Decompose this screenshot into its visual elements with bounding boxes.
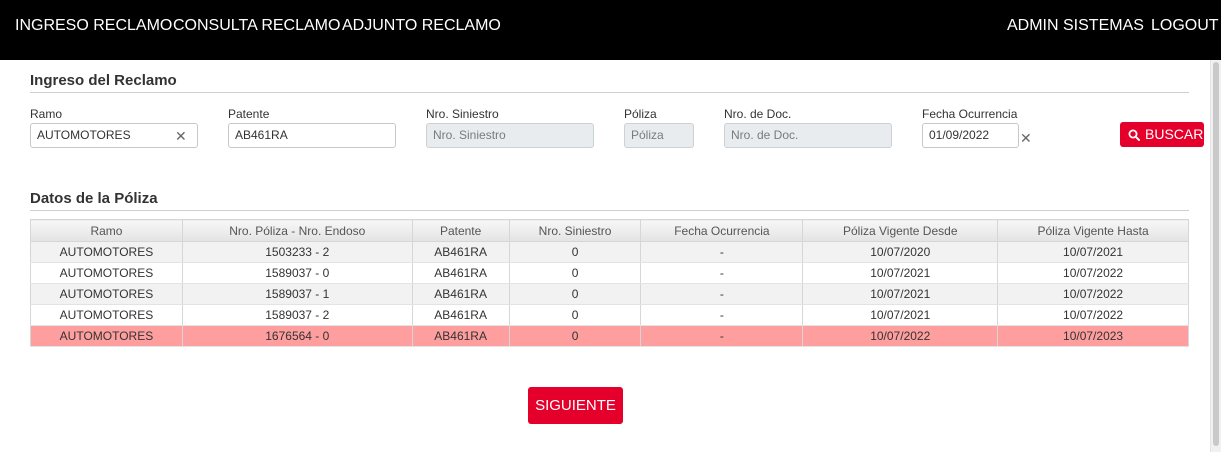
table-header-row: Ramo Nro. Póliza - Nro. Endoso Patente N…: [30, 219, 1189, 242]
col-header-fecha-ocurrencia[interactable]: Fecha Ocurrencia: [640, 219, 804, 242]
buscar-button[interactable]: BUSCAR: [1120, 122, 1204, 147]
table-row[interactable]: AUTOMOTORES 1503233 - 2 AB461RA 0 - 10/0…: [30, 241, 1189, 263]
cell-vigente-desde: 10/07/2022: [802, 325, 999, 347]
fecha-clear-icon[interactable]: ✕: [1020, 131, 1032, 145]
buscar-label: BUSCAR: [1145, 126, 1204, 142]
siniestro-input: [433, 124, 587, 147]
cell-patente: AB461RA: [411, 241, 510, 263]
ramo-value: AUTOMOTORES: [37, 128, 131, 142]
cell-poliza-endoso: 1503233 - 2: [181, 241, 413, 263]
poliza-label: Póliza: [624, 107, 657, 121]
table-row[interactable]: AUTOMOTORES 1589037 - 0 AB461RA 0 - 10/0…: [30, 262, 1189, 284]
patente-label: Patente: [228, 107, 270, 121]
col-header-vigente-hasta[interactable]: Póliza Vigente Hasta: [997, 219, 1189, 242]
siniestro-label: Nro. Siniestro: [426, 107, 499, 121]
cell-ramo: AUTOMOTORES: [30, 325, 183, 347]
cell-poliza-endoso: 1589037 - 0: [181, 262, 413, 284]
fecha-field[interactable]: [922, 123, 1019, 148]
ingreso-divider: [30, 92, 1189, 93]
cell-vigente-desde: 10/07/2020: [802, 241, 999, 263]
fecha-label: Fecha Ocurrencia: [922, 107, 1018, 121]
col-header-ramo[interactable]: Ramo: [30, 219, 183, 242]
patente-field[interactable]: [228, 123, 396, 148]
cell-vigente-hasta: 10/07/2022: [997, 283, 1189, 305]
cell-ramo: AUTOMOTORES: [30, 262, 183, 284]
documento-field: [724, 123, 892, 148]
nav-ingreso-reclamo[interactable]: INGRESO RECLAMO: [15, 17, 172, 35]
cell-vigente-desde: 10/07/2021: [802, 304, 999, 326]
table-row[interactable]: AUTOMOTORES 1589037 - 1 AB461RA 0 - 10/0…: [30, 283, 1189, 305]
ramo-select[interactable]: AUTOMOTORES: [30, 123, 198, 148]
cell-siniestro: 0: [508, 325, 642, 347]
cell-vigente-desde: 10/07/2021: [802, 283, 999, 305]
nav-consulta-reclamo[interactable]: CONSULTA RECLAMO: [173, 17, 340, 35]
col-header-siniestro[interactable]: Nro. Siniestro: [508, 219, 642, 242]
ramo-label: Ramo: [30, 107, 63, 121]
cell-fecha-ocurrencia: -: [640, 283, 804, 305]
siniestro-field: [426, 123, 594, 148]
top-navbar: INGRESO RECLAMO CONSULTA RECLAMO ADJUNTO…: [0, 0, 1221, 60]
cell-patente: AB461RA: [411, 283, 510, 305]
cell-vigente-hasta: 10/07/2021: [997, 241, 1189, 263]
table-row-selected[interactable]: AUTOMOTORES 1676564 - 0 AB461RA 0 - 10/0…: [30, 325, 1189, 347]
scrollbar-thumb[interactable]: [1213, 62, 1219, 446]
table-row[interactable]: AUTOMOTORES 1589037 - 2 AB461RA 0 - 10/0…: [30, 304, 1189, 326]
search-icon: [1128, 126, 1145, 142]
cell-fecha-ocurrencia: -: [640, 304, 804, 326]
cell-ramo: AUTOMOTORES: [30, 304, 183, 326]
col-header-vigente-desde[interactable]: Póliza Vigente Desde: [802, 219, 999, 242]
cell-siniestro: 0: [508, 304, 642, 326]
vertical-scrollbar[interactable]: [1210, 60, 1221, 452]
cell-vigente-desde: 10/07/2021: [802, 262, 999, 284]
datos-divider: [30, 210, 1189, 211]
poliza-field: [624, 123, 694, 148]
ingreso-section-title: Ingreso del Reclamo: [30, 72, 177, 89]
documento-label: Nro. de Doc.: [724, 107, 792, 121]
cell-poliza-endoso: 1589037 - 1: [181, 283, 413, 305]
cell-patente: AB461RA: [411, 325, 510, 347]
cell-ramo: AUTOMOTORES: [30, 241, 183, 263]
cell-fecha-ocurrencia: -: [640, 241, 804, 263]
cell-vigente-hasta: 10/07/2023: [997, 325, 1189, 347]
cell-patente: AB461RA: [411, 304, 510, 326]
cell-poliza-endoso: 1676564 - 0: [181, 325, 413, 347]
col-header-poliza-endoso[interactable]: Nro. Póliza - Nro. Endoso: [181, 219, 413, 242]
ramo-clear-icon[interactable]: ✕: [175, 129, 187, 143]
nav-admin-sistemas[interactable]: ADMIN SISTEMAS: [1007, 17, 1144, 35]
datos-section-title: Datos de la Póliza: [30, 190, 158, 207]
cell-poliza-endoso: 1589037 - 2: [181, 304, 413, 326]
fecha-input[interactable]: [929, 124, 1012, 147]
cell-siniestro: 0: [508, 283, 642, 305]
cell-ramo: AUTOMOTORES: [30, 283, 183, 305]
nav-logout[interactable]: LOGOUT: [1151, 17, 1219, 35]
poliza-input: [631, 124, 687, 147]
cell-fecha-ocurrencia: -: [640, 262, 804, 284]
cell-patente: AB461RA: [411, 262, 510, 284]
cell-vigente-hasta: 10/07/2022: [997, 262, 1189, 284]
cell-siniestro: 0: [508, 262, 642, 284]
documento-input: [731, 124, 885, 147]
cell-vigente-hasta: 10/07/2022: [997, 304, 1189, 326]
col-header-patente[interactable]: Patente: [411, 219, 510, 242]
cell-siniestro: 0: [508, 241, 642, 263]
cell-fecha-ocurrencia: -: [640, 325, 804, 347]
patente-input[interactable]: [235, 124, 389, 147]
siguiente-button[interactable]: SIGUIENTE: [528, 387, 623, 424]
polizas-table: Ramo Nro. Póliza - Nro. Endoso Patente N…: [30, 219, 1189, 347]
nav-adjunto-reclamo[interactable]: ADJUNTO RECLAMO: [342, 17, 501, 35]
